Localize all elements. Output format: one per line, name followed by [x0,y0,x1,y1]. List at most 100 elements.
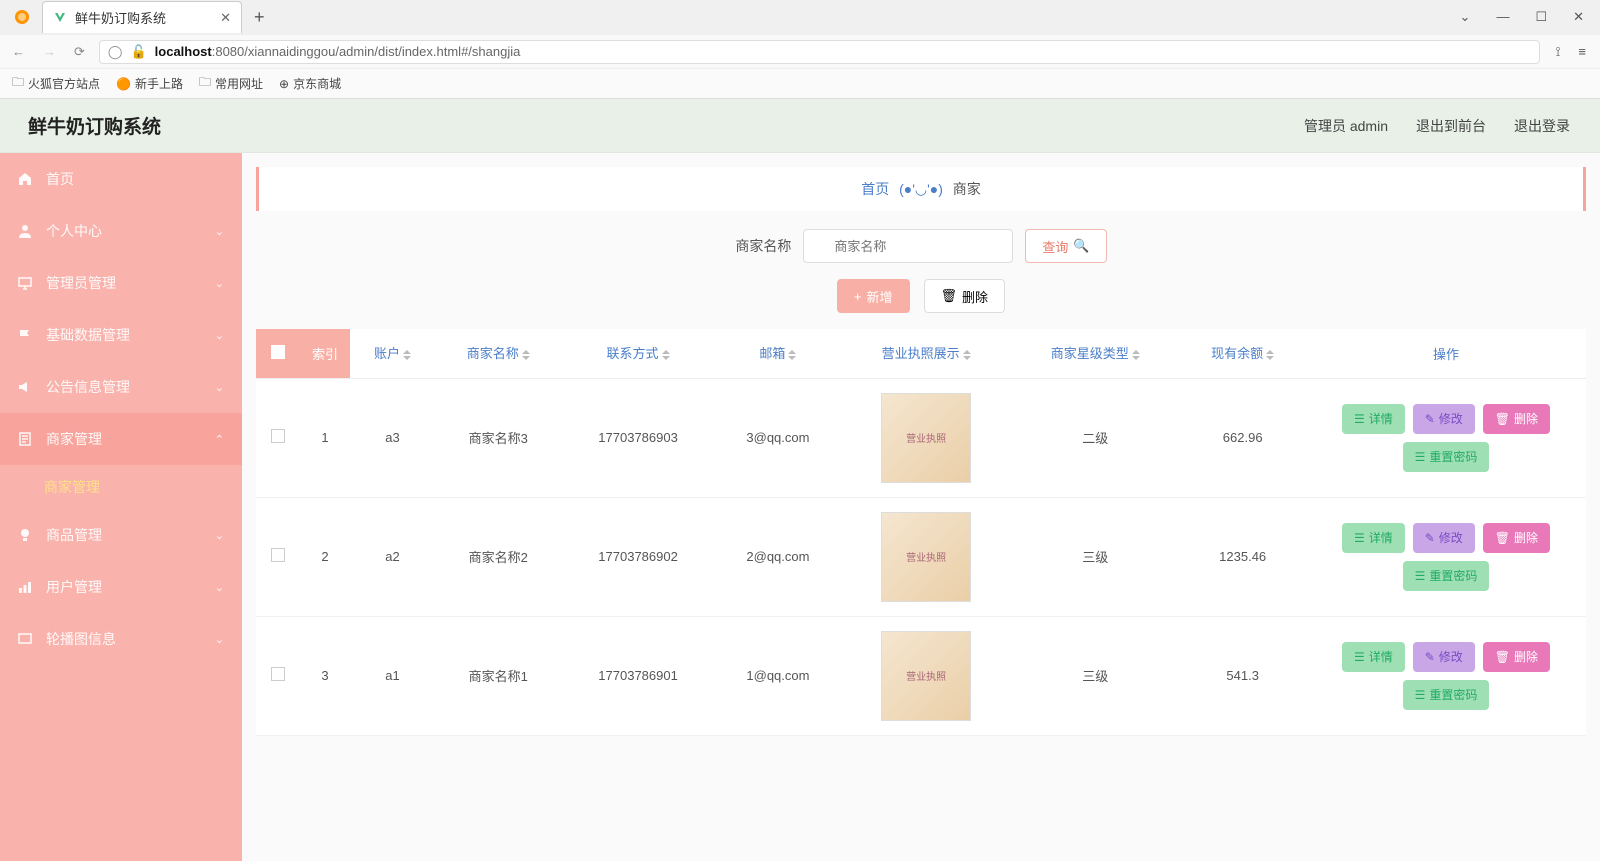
sidebar-item-user[interactable]: 用户管理 ⌄ [0,561,242,613]
sidebar-subitem-merchant[interactable]: 商家管理 [0,465,242,509]
chevron-down-icon: ⌄ [215,329,224,342]
query-button[interactable]: 查询 🔍 [1025,229,1106,263]
folder-icon: 🗀 [12,73,24,94]
list-icon: ☰ [1354,650,1365,664]
to-frontend-link[interactable]: 退出到前台 [1416,116,1486,136]
address-bar[interactable]: ◯ 🔓 localhost:8080/xiannaidinggou/admin/… [99,40,1540,64]
shield-icon: ◯ [108,44,123,60]
sidebar-item-admin[interactable]: 管理员管理 ⌄ [0,257,242,309]
edit-button[interactable]: ✎修改 [1413,523,1475,553]
folder-icon: 🗀 [199,73,211,94]
bookmark-item[interactable]: 🗀常用网址 [199,73,263,94]
sidebar-item-notice[interactable]: 公告信息管理 ⌄ [0,361,242,413]
delete-row-button[interactable]: 🗑删除 [1483,642,1550,672]
chevron-down-icon: ⌄ [215,277,224,290]
cell-email: 1@qq.com [715,616,842,735]
browser-tab[interactable]: 鲜牛奶订购系统 ✕ [42,1,242,33]
sidebar-item-basedata[interactable]: 基础数据管理 ⌄ [0,309,242,361]
admin-label[interactable]: 管理员 admin [1304,116,1388,136]
bookmark-item[interactable]: 🟠新手上路 [116,75,183,92]
license-image[interactable]: 营业执照 [881,512,971,602]
breadcrumb-home[interactable]: 首页 [861,181,889,197]
add-button[interactable]: + 新增 [837,279,910,313]
close-icon[interactable]: ✕ [220,10,231,26]
sidebar-item-carousel[interactable]: 轮播图信息 ⌄ [0,613,242,665]
delete-row-button[interactable]: 🗑删除 [1483,404,1550,434]
col-level[interactable]: 商家星级类型 [1011,329,1179,378]
sidebar-item-product[interactable]: 商品管理 ⌄ [0,509,242,561]
cell-email: 2@qq.com [715,497,842,616]
face-divider: (●'◡'●) [899,181,943,197]
col-index[interactable]: 索引 [300,329,350,378]
flag-icon [18,328,34,342]
chevron-up-icon: ⌃ [215,433,224,446]
edit-button[interactable]: ✎修改 [1413,642,1475,672]
cell-account: a1 [350,616,435,735]
delete-button[interactable]: 🗑 删除 [924,279,1006,313]
trash-icon: 🗑 [1495,650,1510,664]
sort-icon [403,346,411,364]
cell-index: 3 [300,616,350,735]
close-window-icon[interactable]: ✕ [1573,9,1584,25]
cell-name: 商家名称1 [435,616,562,735]
forward-button[interactable]: → [39,42,60,61]
vue-icon [53,11,67,25]
cell-license: 营业执照 [841,378,1011,497]
merchant-name-input[interactable] [803,229,1013,263]
action-row: + 新增 🗑 删除 [256,279,1586,313]
reset-password-button[interactable]: ☰重置密码 [1403,561,1490,591]
cell-balance: 541.3 [1179,616,1306,735]
maximize-icon[interactable]: ☐ [1535,9,1547,25]
bookmark-item[interactable]: 🗀火狐官方站点 [12,73,100,94]
cell-level: 二级 [1011,378,1179,497]
search-row: 商家名称 🔍 查询 🔍 [256,229,1586,263]
minimize-icon[interactable]: — [1496,9,1509,25]
detail-button[interactable]: ☰详情 [1342,642,1405,672]
col-account[interactable]: 账户 [350,329,435,378]
license-image[interactable]: 营业执照 [881,631,971,721]
nav-bar: ← → ⟳ ◯ 🔓 localhost:8080/xiannaidinggou/… [0,34,1600,68]
col-ops: 操作 [1306,329,1586,378]
back-button[interactable]: ← [8,42,29,61]
detail-button[interactable]: ☰详情 [1342,404,1405,434]
col-balance[interactable]: 现有余额 [1179,329,1306,378]
menu-icon[interactable]: ≡ [1578,44,1586,60]
col-email[interactable]: 邮箱 [715,329,842,378]
col-name[interactable]: 商家名称 [435,329,562,378]
cell-name: 商家名称3 [435,378,562,497]
sort-icon [522,346,530,364]
home-icon [18,172,34,186]
breadcrumb-current: 商家 [953,181,981,197]
sidebar-item-home[interactable]: 首页 [0,153,242,205]
license-image[interactable]: 营业执照 [881,393,971,483]
detail-button[interactable]: ☰详情 [1342,523,1405,553]
speaker-icon [18,380,34,394]
bars-icon [18,580,34,594]
url-text: localhost:8080/xiannaidinggou/admin/dist… [155,44,521,59]
reload-button[interactable]: ⟳ [70,42,89,62]
select-all-checkbox[interactable] [271,345,285,359]
trash-icon: 🗑 [941,288,958,304]
chevron-down-icon: ⌄ [215,225,224,238]
sidebar-item-profile[interactable]: 个人中心 ⌄ [0,205,242,257]
col-contact[interactable]: 联系方式 [562,329,715,378]
chevron-down-icon[interactable]: ⌄ [1460,9,1471,25]
pocket-icon[interactable]: ⟟ [1556,44,1561,60]
row-checkbox[interactable] [271,667,285,681]
edit-button[interactable]: ✎修改 [1413,404,1475,434]
delete-row-button[interactable]: 🗑删除 [1483,523,1550,553]
cell-contact: 17703786903 [562,378,715,497]
reset-password-button[interactable]: ☰重置密码 [1403,680,1490,710]
reset-password-button[interactable]: ☰重置密码 [1403,442,1490,472]
bookmark-item[interactable]: ⊕京东商城 [279,75,341,92]
logout-link[interactable]: 退出登录 [1514,116,1570,136]
bookmarks-bar: 🗀火狐官方站点 🟠新手上路 🗀常用网址 ⊕京东商城 [0,68,1600,98]
row-checkbox[interactable] [271,429,285,443]
search-icon: 🔍 [1073,238,1089,254]
row-checkbox[interactable] [271,548,285,562]
sidebar-item-merchant[interactable]: 商家管理 ⌃ [0,413,242,465]
sort-icon [662,346,670,364]
col-license[interactable]: 营业执照展示 [841,329,1011,378]
cell-account: a2 [350,497,435,616]
new-tab-button[interactable]: + [242,7,277,28]
